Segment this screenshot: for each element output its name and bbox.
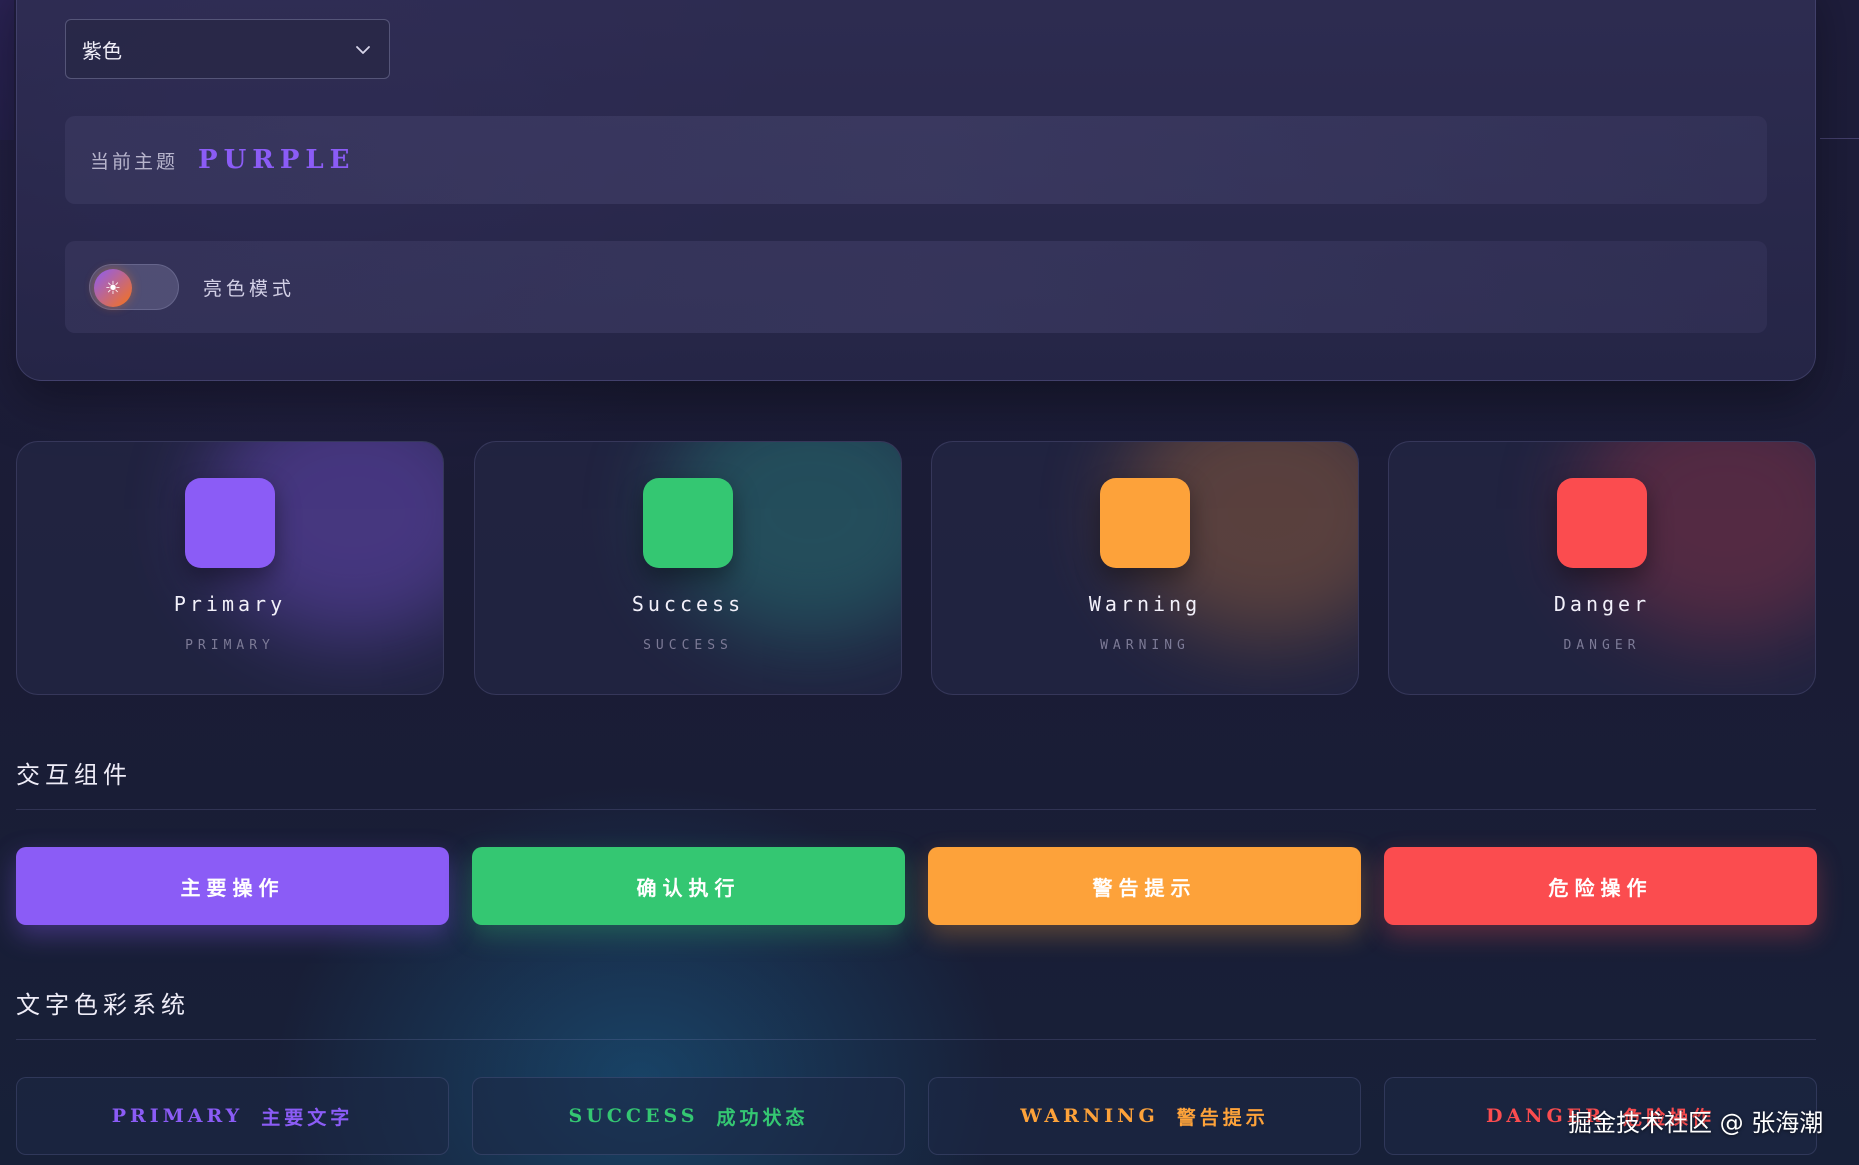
section-title-text-colors: 文字色彩系统 <box>16 991 190 1019</box>
section-divider <box>16 1039 1816 1040</box>
mode-row: ☀ 亮色模式 <box>65 241 1767 333</box>
section-divider <box>16 809 1816 810</box>
current-theme-value: PURPLE <box>198 145 356 175</box>
card-sub-label: WARNING <box>1100 638 1190 653</box>
color-card-success[interactable]: Success SUCCESS <box>474 441 902 695</box>
confirm-button[interactable]: 确认执行 <box>472 847 905 925</box>
warning-button[interactable]: 警告提示 <box>928 847 1361 925</box>
text-sample-zh: 主要文字 <box>261 1106 354 1129</box>
left-accent-strip <box>0 0 14 140</box>
danger-swatch <box>1557 478 1647 568</box>
card-sub-label: DANGER <box>1563 638 1641 653</box>
text-sample-success: SUCCESS 成功状态 <box>472 1077 905 1155</box>
card-sub-label: PRIMARY <box>185 638 275 653</box>
theme-select-value: 紫色 <box>82 38 122 63</box>
theme-select[interactable]: 紫色 <box>65 19 390 79</box>
success-swatch <box>643 478 733 568</box>
text-sample-zh: 成功状态 <box>716 1106 809 1129</box>
text-sample-warning: WARNING 警告提示 <box>928 1077 1361 1155</box>
divider-line <box>1820 138 1859 139</box>
text-sample-zh: 警告提示 <box>1176 1106 1269 1129</box>
theme-settings-panel: 紫色 当前主题 PURPLE ☀ 亮色模式 <box>16 0 1816 381</box>
text-sample-en: WARNING <box>1020 1105 1159 1127</box>
card-name: Warning <box>1088 592 1202 616</box>
color-card-warning[interactable]: Warning WARNING <box>931 441 1359 695</box>
sun-icon: ☀ <box>94 269 132 307</box>
text-sample-primary: PRIMARY 主要文字 <box>16 1077 449 1155</box>
current-theme-row: 当前主题 PURPLE <box>65 116 1767 204</box>
section-title-interactive: 交互组件 <box>16 761 132 789</box>
chevron-down-icon <box>356 46 370 54</box>
card-name: Success <box>631 592 745 616</box>
color-card-primary[interactable]: Primary PRIMARY <box>16 441 444 695</box>
card-name: Danger <box>1553 592 1651 616</box>
card-sub-label: SUCCESS <box>643 638 733 653</box>
current-theme-label: 当前主题 <box>90 150 179 173</box>
light-mode-label: 亮色模式 <box>203 277 296 300</box>
text-sample-en: PRIMARY <box>111 1105 244 1127</box>
text-sample-en: SUCCESS <box>568 1105 699 1127</box>
light-mode-toggle[interactable]: ☀ <box>89 264 179 310</box>
warning-swatch <box>1100 478 1190 568</box>
color-card-danger[interactable]: Danger DANGER <box>1388 441 1816 695</box>
card-name: Primary <box>173 592 287 616</box>
watermark: 掘金技术社区 @ 张海潮 <box>1568 1109 1824 1137</box>
primary-action-button[interactable]: 主要操作 <box>16 847 449 925</box>
primary-swatch <box>185 478 275 568</box>
danger-button[interactable]: 危险操作 <box>1384 847 1817 925</box>
